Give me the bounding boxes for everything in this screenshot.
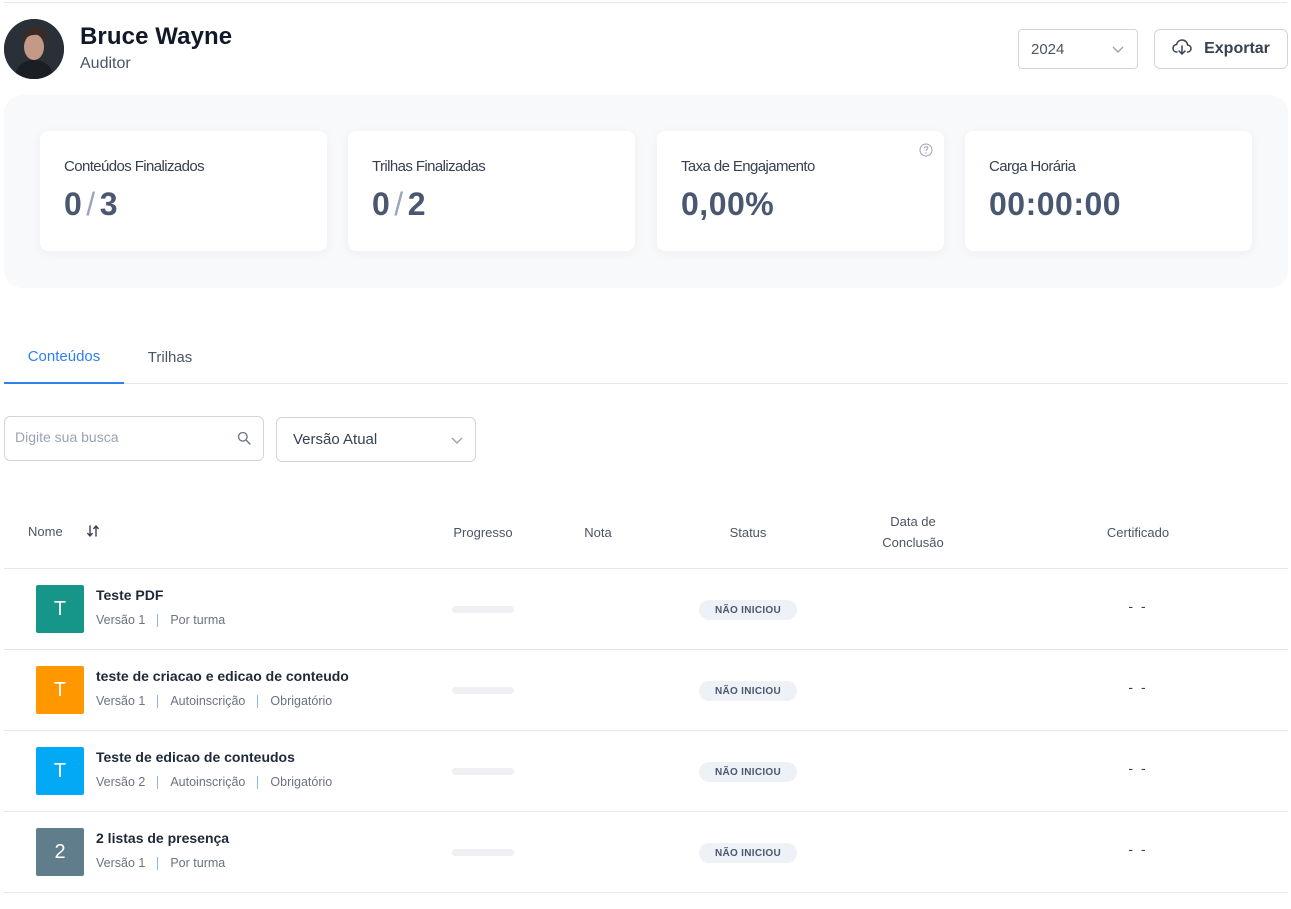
status-badge: NÃO INICIOU (699, 762, 797, 782)
top-divider (4, 2, 1287, 3)
content-meta: Versão 1 Autoinscrição Obrigatório (96, 694, 332, 708)
certificate-value: - - (1128, 841, 1148, 857)
stat-done: 0 (372, 186, 391, 222)
progress-bar (452, 849, 514, 856)
sort-icon[interactable] (86, 524, 100, 543)
stat-value: 0/3 (64, 186, 118, 223)
meta-separator (157, 613, 159, 627)
content-meta: Versão 2 Autoinscrição Obrigatório (96, 775, 332, 789)
stat-card-engagement: Taxa de Engajamento 0,00% (657, 131, 944, 251)
meta-separator (157, 856, 159, 870)
status-badge: NÃO INICIOU (699, 843, 797, 863)
stat-card-workload: Carga Horária 00:00:00 (965, 131, 1252, 251)
column-header-grade: Nota (584, 525, 612, 540)
version-select[interactable]: Versão Atual (276, 417, 476, 462)
certificate-value: - - (1128, 598, 1148, 614)
meta-enrollment: Autoinscrição (170, 694, 246, 708)
stat-total: 2 (407, 186, 426, 222)
meta-required: Obrigatório (270, 775, 333, 789)
content-title[interactable]: Teste de edicao de conteudos (96, 749, 295, 765)
content-thumbnail: 2 (36, 828, 84, 876)
meta-enrollment: Autoinscrição (170, 775, 246, 789)
export-button[interactable]: Exportar (1154, 29, 1288, 69)
content-title[interactable]: teste de criacao e edicao de conteudo (96, 668, 349, 684)
content-title[interactable]: Teste PDF (96, 587, 163, 603)
certificate-value: - - (1128, 679, 1148, 695)
content-thumbnail: T (36, 666, 84, 714)
stat-done: 0 (64, 186, 83, 222)
content-meta: Versão 1 Por turma (96, 856, 225, 870)
stat-label: Taxa de Engajamento (681, 158, 815, 175)
meta-separator (257, 775, 259, 789)
tab-bar: Conteúdos Trilhas (4, 330, 1288, 384)
content-meta: Versão 1 Por turma (96, 613, 225, 627)
meta-separator (257, 694, 259, 708)
tab-contents[interactable]: Conteúdos (4, 330, 124, 384)
user-role: Auditor (80, 55, 131, 72)
meta-version: Versão 1 (96, 694, 146, 708)
column-header-certificate: Certificado (1106, 525, 1170, 540)
search-input[interactable] (15, 429, 225, 445)
status-badge: NÃO INICIOU (699, 681, 797, 701)
progress-bar (452, 687, 514, 694)
content-thumbnail: T (36, 585, 84, 633)
column-header-completion-line2: Conclusão (882, 535, 944, 550)
search-icon[interactable] (237, 431, 251, 450)
meta-separator (157, 775, 159, 789)
year-select[interactable]: 2024 (1018, 29, 1138, 69)
stat-label: Carga Horária (989, 158, 1076, 175)
stat-value: 00:00:00 (989, 186, 1122, 222)
table-row[interactable]: T Teste de edicao de conteudos Versão 2 A… (4, 730, 1288, 811)
table-row[interactable]: 2 2 listas de presença Versão 1 Por turma… (4, 811, 1288, 893)
column-header-status: Status (729, 525, 767, 540)
progress-bar (452, 768, 514, 775)
column-header-name: Nome (28, 524, 63, 539)
chevron-down-icon (450, 433, 464, 451)
stat-label: Trilhas Finalizadas (372, 158, 486, 175)
version-select-value: Versão Atual (293, 431, 378, 448)
chevron-down-icon (1111, 42, 1125, 60)
content-title[interactable]: 2 listas de presença (96, 830, 229, 846)
column-header-completion-line1: Data de (890, 514, 936, 529)
year-select-value: 2024 (1031, 40, 1065, 58)
meta-required: Obrigatório (270, 694, 333, 708)
meta-enrollment: Por turma (170, 856, 226, 870)
table-row[interactable]: T teste de criacao e edicao de conteudo … (4, 649, 1288, 730)
search-field (4, 416, 264, 461)
meta-version: Versão 1 (96, 613, 146, 627)
progress-bar (452, 606, 514, 613)
stat-value: 0,00% (681, 186, 775, 222)
stat-slash: / (86, 186, 96, 222)
certificate-value: - - (1128, 760, 1148, 776)
meta-version: Versão 2 (96, 775, 146, 789)
meta-version: Versão 1 (96, 856, 146, 870)
cloud-download-icon (1172, 38, 1192, 61)
stat-label: Conteúdos Finalizados (64, 158, 205, 175)
export-button-label: Exportar (1204, 40, 1270, 57)
stat-slash: / (394, 186, 404, 222)
avatar (4, 19, 64, 79)
meta-enrollment: Por turma (170, 613, 226, 627)
stat-card-contents: Conteúdos Finalizados 0/3 (40, 131, 327, 251)
content-thumbnail: T (36, 747, 84, 795)
user-name: Bruce Wayne (80, 23, 233, 50)
column-header-progress: Progresso (453, 525, 513, 540)
help-icon[interactable] (919, 143, 933, 162)
meta-separator (157, 694, 159, 708)
stat-card-trails: Trilhas Finalizadas 0/2 (348, 131, 635, 251)
stat-total: 3 (99, 186, 118, 222)
tab-trails[interactable]: Trilhas (132, 330, 208, 384)
table-row[interactable]: T Teste PDF Versão 1 Por turma NÃO INICIO… (4, 568, 1288, 649)
column-header-completion-date: Data de Conclusão (863, 511, 963, 553)
status-badge: NÃO INICIOU (699, 600, 797, 620)
stat-value: 0/2 (372, 186, 426, 223)
